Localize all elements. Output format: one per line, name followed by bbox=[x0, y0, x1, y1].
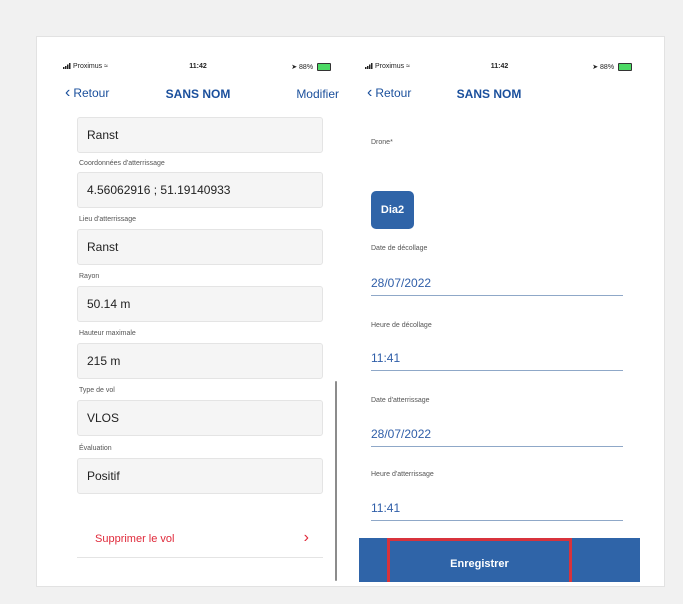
status-bar: Proximus ≈ 11:42 ➤ 88% bbox=[57, 59, 339, 75]
label-takeoff-date: Date de décollage bbox=[371, 245, 428, 252]
field-landing-city[interactable]: Ranst bbox=[77, 117, 323, 153]
wifi-icon: ≈ bbox=[406, 63, 410, 70]
scrollbar[interactable] bbox=[335, 381, 337, 581]
signal-icon bbox=[365, 63, 373, 70]
carrier-label: Proximus ≈ bbox=[63, 63, 108, 70]
takeoff-date-input[interactable]: 28/07/2022 bbox=[371, 274, 623, 296]
label-takeoff-time: Heure de décollage bbox=[371, 322, 432, 329]
delete-flight-label: Supprimer le vol bbox=[95, 533, 175, 545]
landing-date-input[interactable]: 28/07/2022 bbox=[371, 425, 623, 447]
field-radius[interactable]: 50.14 m bbox=[77, 286, 323, 322]
save-bar: Enregistrer bbox=[359, 538, 640, 582]
takeoff-time-input[interactable]: 11:41 bbox=[371, 349, 623, 371]
page-title: SANS NOM bbox=[456, 87, 522, 101]
save-button[interactable]: Enregistrer bbox=[387, 538, 572, 582]
label-drone: Drone* bbox=[371, 139, 393, 146]
chevron-left-icon: ‹ bbox=[367, 84, 373, 101]
battery-indicator: ➤ 88% bbox=[592, 63, 632, 72]
label-landing-coordinates: Coordonnées d'atterrissage bbox=[79, 160, 165, 167]
location-icon: ➤ bbox=[592, 64, 599, 71]
chevron-right-icon: › bbox=[303, 529, 309, 546]
field-landing-coordinates[interactable]: 4.56062916 ; 51.19140933 bbox=[77, 172, 323, 208]
field-landing-place[interactable]: Ranst bbox=[77, 229, 323, 265]
label-landing-date: Date d'atterrissage bbox=[371, 397, 430, 404]
landing-time-input[interactable]: 11:41 bbox=[371, 499, 623, 521]
location-icon: ➤ bbox=[291, 64, 298, 71]
label-landing-place: Lieu d'atterrissage bbox=[79, 216, 136, 223]
status-time: 11:42 bbox=[189, 63, 207, 70]
status-bar: Proximus ≈ 11:42 ➤ 88% bbox=[359, 59, 640, 75]
delete-flight-button[interactable]: Supprimer le vol › bbox=[77, 519, 323, 558]
field-flight-type[interactable]: VLOS bbox=[77, 400, 323, 436]
field-evaluation[interactable]: Positif bbox=[77, 458, 323, 494]
status-time: 11:42 bbox=[490, 63, 509, 70]
back-button[interactable]: ‹ Retour bbox=[367, 84, 411, 101]
field-max-height[interactable]: 215 m bbox=[77, 343, 323, 379]
nav-bar: ‹ Retour SANS NOM bbox=[359, 81, 640, 107]
back-button[interactable]: ‹ Retour bbox=[65, 84, 109, 101]
battery-icon bbox=[317, 63, 331, 72]
drone-select-button[interactable]: Dia2 bbox=[371, 191, 414, 229]
edit-button[interactable]: Modifier bbox=[296, 87, 339, 101]
label-flight-type: Type de vol bbox=[79, 387, 115, 394]
page-title: SANS NOM bbox=[165, 87, 231, 101]
nav-bar: ‹ Retour SANS NOM Modifier bbox=[57, 81, 339, 107]
phone-right: Proximus ≈ 11:42 ➤ 88% ‹ Retour SANS NOM … bbox=[359, 59, 640, 582]
battery-icon bbox=[618, 63, 632, 72]
label-max-height: Hauteur maximale bbox=[79, 330, 136, 337]
chevron-left-icon: ‹ bbox=[65, 84, 71, 101]
label-landing-time: Heure d'atterrissage bbox=[371, 471, 434, 478]
phone-left: Proximus ≈ 11:42 ➤ 88% ‹ Retour SANS NOM … bbox=[57, 59, 339, 582]
carrier-label: Proximus ≈ bbox=[365, 63, 410, 70]
wifi-icon: ≈ bbox=[104, 63, 108, 70]
label-evaluation: Évaluation bbox=[79, 445, 112, 452]
signal-icon bbox=[63, 63, 71, 70]
label-radius: Rayon bbox=[79, 273, 100, 280]
battery-indicator: ➤ 88% bbox=[291, 63, 331, 72]
screenshot-frame: Proximus ≈ 11:42 ➤ 88% ‹ Retour SANS NOM … bbox=[36, 36, 665, 587]
